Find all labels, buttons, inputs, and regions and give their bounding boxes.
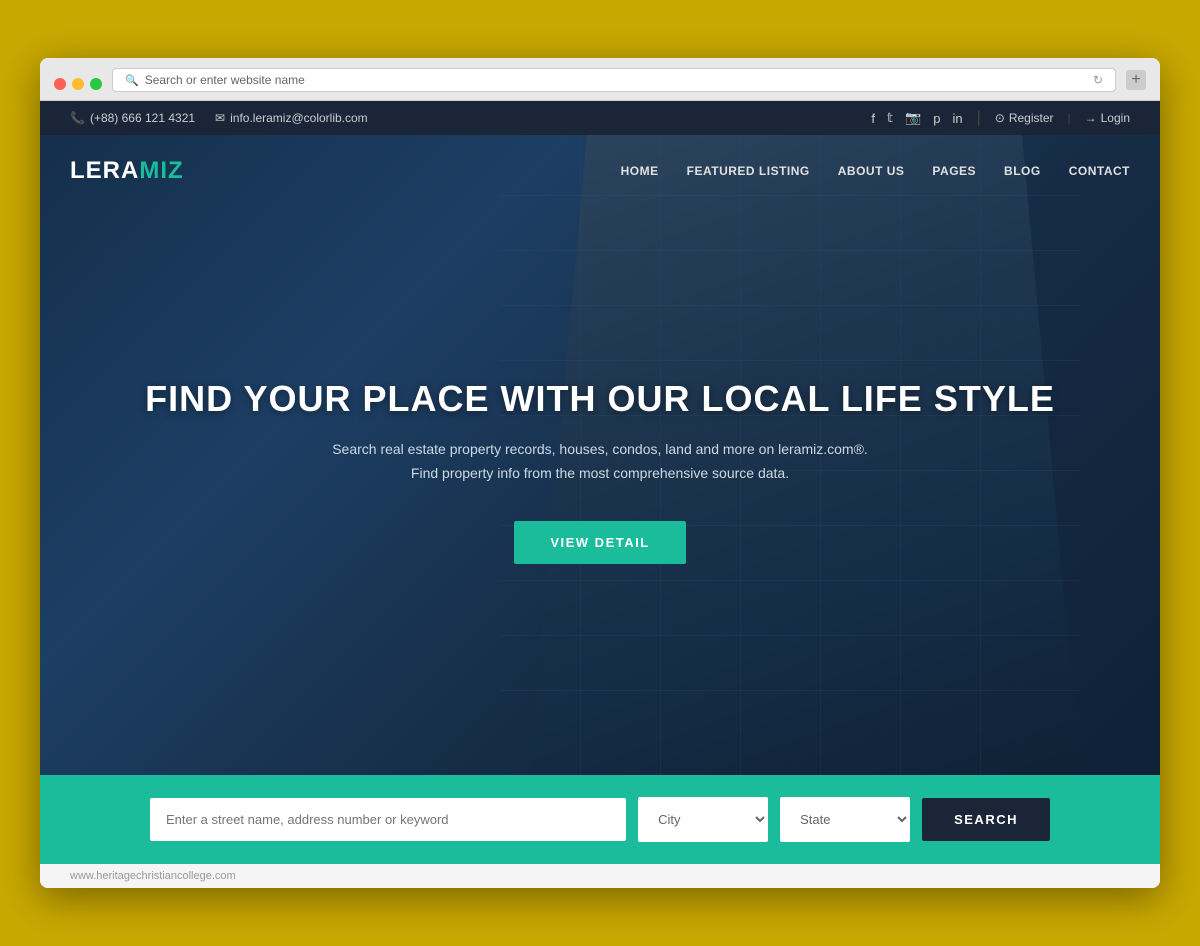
state-select[interactable]: State New York California Texas Florida — [780, 797, 910, 842]
facebook-icon[interactable]: f — [871, 111, 875, 126]
top-bar: 📞 (+88) 666 121 4321 ✉ info.leramiz@colo… — [40, 101, 1160, 135]
email-address: info.leramiz@colorlib.com — [230, 111, 368, 125]
hero-section: LERAMIZ HOME FEATURED LISTING ABOUT US P… — [40, 135, 1160, 775]
hero-subtitle-line2: Find property info from the most compreh… — [411, 465, 789, 481]
social-icons: f 𝕥 📷 p in — [871, 110, 962, 126]
address-bar-text: Search or enter website name — [145, 73, 305, 87]
divider-2: | — [1068, 111, 1071, 125]
register-icon: ⊙ — [995, 111, 1005, 125]
twitter-icon[interactable]: 𝕥 — [887, 110, 893, 126]
fullscreen-button[interactable] — [90, 78, 102, 90]
auth-links: ⊙ Register | → Login — [995, 111, 1130, 125]
close-button[interactable] — [54, 78, 66, 90]
watermark-text: www.heritagechristiancollege.com — [70, 870, 236, 882]
search-icon: 🔍 — [125, 74, 139, 87]
watermark: www.heritagechristiancollege.com — [40, 864, 1160, 888]
address-bar[interactable]: 🔍 Search or enter website name ↻ — [112, 68, 1116, 92]
browser-window: 🔍 Search or enter website name ↻ + 📞 (+8… — [40, 58, 1160, 888]
search-bar-inner: City New York Los Angeles Chicago Housto… — [150, 797, 1050, 842]
search-input[interactable] — [150, 798, 626, 841]
traffic-lights — [54, 78, 102, 90]
login-label: Login — [1101, 111, 1130, 125]
login-icon: → — [1085, 111, 1097, 125]
linkedin-icon[interactable]: in — [952, 111, 962, 126]
phone-number: (+88) 666 121 4321 — [90, 111, 195, 125]
register-link[interactable]: ⊙ Register — [995, 111, 1054, 125]
hero-subtitle-line1: Search real estate property records, hou… — [332, 441, 868, 457]
website-content: 📞 (+88) 666 121 4321 ✉ info.leramiz@colo… — [40, 101, 1160, 888]
email-icon: ✉ — [215, 111, 225, 125]
hero-content: FIND YOUR PLACE WITH OUR LOCAL LIFE STYL… — [40, 167, 1160, 775]
email-contact: ✉ info.leramiz@colorlib.com — [215, 111, 368, 125]
hero-title: FIND YOUR PLACE WITH OUR LOCAL LIFE STYL… — [145, 378, 1055, 420]
reload-icon[interactable]: ↻ — [1093, 73, 1103, 87]
phone-contact: 📞 (+88) 666 121 4321 — [70, 111, 195, 125]
search-bar-section: City New York Los Angeles Chicago Housto… — [40, 775, 1160, 864]
top-bar-right: f 𝕥 📷 p in | ⊙ Register | → Login — [871, 109, 1130, 127]
divider-1: | — [977, 109, 981, 127]
browser-chrome: 🔍 Search or enter website name ↻ + — [40, 58, 1160, 101]
view-detail-button[interactable]: VIEW DETAIL — [514, 521, 685, 564]
pinterest-icon[interactable]: p — [933, 111, 940, 126]
login-link[interactable]: → Login — [1085, 111, 1130, 125]
register-label: Register — [1009, 111, 1054, 125]
new-tab-button[interactable]: + — [1126, 70, 1146, 90]
phone-icon: 📞 — [70, 111, 85, 125]
minimize-button[interactable] — [72, 78, 84, 90]
top-bar-left: 📞 (+88) 666 121 4321 ✉ info.leramiz@colo… — [70, 111, 368, 125]
instagram-icon[interactable]: 📷 — [905, 110, 921, 126]
hero-subtitle: Search real estate property records, hou… — [332, 438, 868, 486]
city-select[interactable]: City New York Los Angeles Chicago Housto… — [638, 797, 768, 842]
search-button[interactable]: SEARCH — [922, 798, 1050, 841]
